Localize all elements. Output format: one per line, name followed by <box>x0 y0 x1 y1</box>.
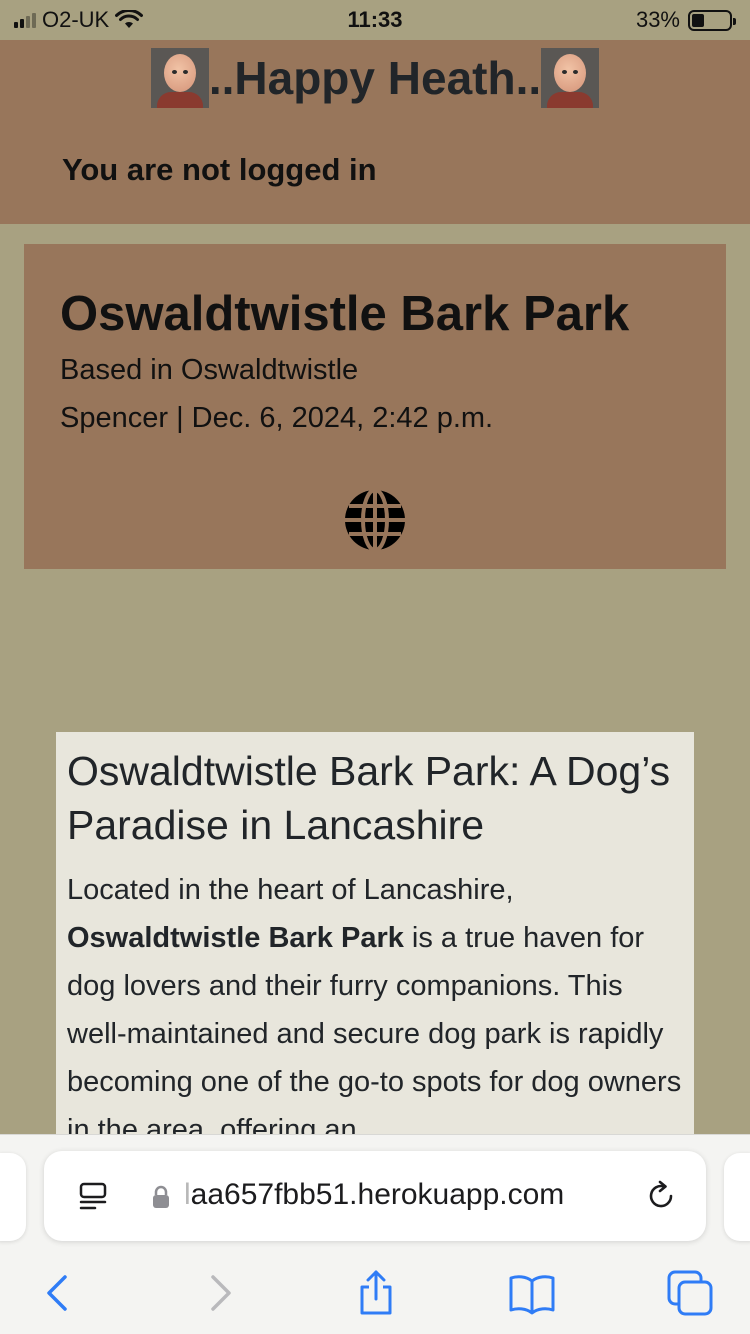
globe-icon[interactable] <box>342 487 408 553</box>
battery-fill <box>692 13 704 27</box>
brand-title: ..Happy Heath.. <box>208 52 542 104</box>
status-bar: O2-UK 11:33 33% <box>0 0 750 40</box>
page-title: Oswaldtwistle Bark Park <box>60 287 630 341</box>
lock-icon <box>153 1185 169 1208</box>
back-icon <box>47 1275 67 1311</box>
battery-icon <box>688 9 736 31</box>
brand[interactable]: ..Happy Heath.. <box>0 48 750 108</box>
address-bar[interactable]: laa657fbb51.herokuapp.com <box>44 1151 706 1241</box>
post-meta: Spencer | Dec. 6, 2024, 2:42 p.m. <box>60 402 494 434</box>
forward-button[interactable] <box>196 1269 244 1317</box>
status-right: 33% <box>635 7 736 33</box>
site-header: ..Happy Heath.. You are not logged in <box>0 40 750 224</box>
avatar-icon <box>150 48 209 108</box>
next-tab-peek[interactable] <box>724 1153 750 1241</box>
battery-percent: 33% <box>635 7 680 32</box>
article-paragraph: Located in the heart of Lancashire, Oswal… <box>67 866 682 1152</box>
previous-tab-peek[interactable] <box>0 1153 26 1241</box>
tabs-button[interactable] <box>666 1269 714 1317</box>
article-park-name: Oswaldtwistle Bark Park <box>67 922 404 954</box>
url-text: laa657fbb51.herokuapp.com <box>184 1178 564 1212</box>
article-intro: Located in the heart of Lancashire, <box>67 874 514 906</box>
article-heading: Oswaldtwistle Bark Park: A Dog’s Paradis… <box>67 748 671 848</box>
forward-icon <box>211 1275 231 1311</box>
signal-icon <box>14 12 36 28</box>
reader-mode-icon[interactable] <box>78 1181 108 1211</box>
share-button[interactable] <box>352 1269 400 1317</box>
url-faded-prefix: l <box>184 1178 191 1211</box>
status-left: O2-UK <box>14 7 144 33</box>
tabs-icon <box>667 1270 713 1316</box>
bookmarks-button[interactable] <box>508 1269 556 1317</box>
carrier-label: O2-UK <box>42 7 110 32</box>
park-article: Oswaldtwistle Bark Park: A Dog’s Paradis… <box>56 732 694 1152</box>
url-domain: aa657fbb51.herokuapp.com <box>190 1178 565 1211</box>
wifi-icon <box>115 10 144 28</box>
back-button[interactable] <box>34 1269 82 1317</box>
browser-toolbar: laa657fbb51.herokuapp.com <box>0 1134 750 1334</box>
park-hero-card: Oswaldtwistle Bark Park Based in Oswaldt… <box>24 244 726 569</box>
park-location: Based in Oswaldtwistle <box>60 354 359 386</box>
login-status: You are not logged in <box>62 152 377 187</box>
bookmarks-icon <box>509 1275 555 1315</box>
reload-icon[interactable] <box>644 1179 678 1213</box>
article-body: is a true haven for dog lovers and their… <box>67 922 682 1146</box>
share-icon <box>360 1270 392 1315</box>
avatar-icon <box>541 48 600 108</box>
